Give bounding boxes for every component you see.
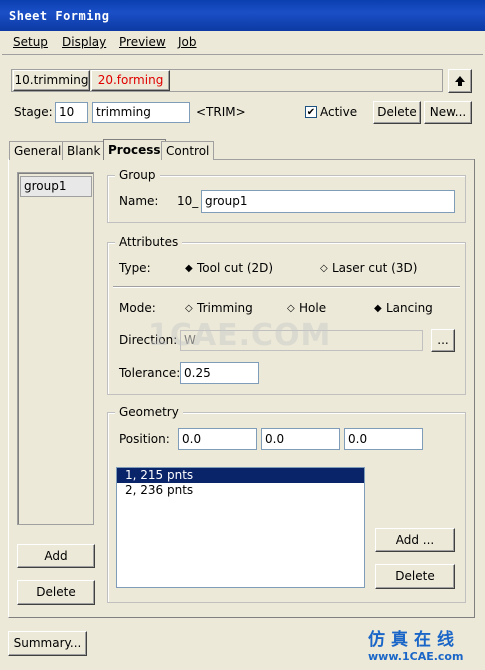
- stage-label: Stage:: [14, 105, 53, 119]
- position-z-field[interactable]: 0.0: [344, 428, 423, 450]
- group-list[interactable]: [17, 172, 94, 525]
- group-name-label: Name:: [119, 194, 159, 208]
- mode-hole-label: Hole: [299, 301, 327, 315]
- geometry-list-item[interactable]: 1, 215 pnts: [117, 468, 364, 483]
- stage-new-button[interactable]: New...: [424, 101, 472, 124]
- tab-blank[interactable]: Blank: [62, 141, 106, 160]
- menu-job[interactable]: Job: [178, 35, 197, 49]
- up-arrow-button[interactable]: [448, 69, 472, 93]
- menu-display[interactable]: Display: [62, 35, 106, 49]
- stage-number-field[interactable]: 10: [55, 102, 88, 123]
- direction-browse-button[interactable]: ...: [431, 329, 455, 352]
- menu-preview[interactable]: Preview: [119, 35, 166, 49]
- position-x-field[interactable]: 0.0: [178, 428, 257, 450]
- group-legend: Group: [115, 168, 160, 182]
- type-tool-cut-label: Tool cut (2D): [197, 261, 274, 275]
- geometry-add-button[interactable]: Add ...: [375, 528, 455, 552]
- group-add-button[interactable]: Add: [17, 544, 95, 568]
- geometry-list-item[interactable]: 2, 236 pnts: [117, 483, 364, 498]
- stage-name-field[interactable]: trimming: [92, 102, 190, 123]
- group-list-item[interactable]: group1: [20, 176, 92, 197]
- menu-bar: Setup Display Preview Job: [2, 31, 483, 55]
- group-name-field[interactable]: group1: [201, 190, 455, 213]
- group-delete-button[interactable]: Delete: [17, 580, 95, 605]
- type-laser-cut-radio[interactable]: ◇: [320, 263, 328, 274]
- mode-trimming-radio[interactable]: ◇: [185, 303, 193, 314]
- tolerance-field[interactable]: 0.25: [180, 362, 259, 384]
- watermark-text: 1CAE.COM: [148, 318, 332, 353]
- mode-label: Mode:: [119, 301, 156, 315]
- tab-process[interactable]: Process: [103, 139, 166, 160]
- active-label: Active: [320, 105, 358, 119]
- site-logo-url: www.1CAE.com: [368, 650, 464, 663]
- geometry-list[interactable]: 1, 215 pnts 2, 236 pnts: [116, 467, 365, 588]
- title-bar: Sheet Forming: [0, 0, 485, 31]
- up-arrow-icon: [455, 76, 465, 86]
- site-logo: 仿真在线 www.1CAE.com: [368, 630, 480, 666]
- summary-button[interactable]: Summary...: [8, 631, 87, 656]
- tab-general[interactable]: General: [9, 141, 67, 160]
- stage-tab-trimming[interactable]: 10.trimming: [13, 70, 90, 91]
- type-label: Type:: [119, 261, 151, 275]
- type-laser-cut-label: Laser cut (3D): [332, 261, 418, 275]
- window-title: Sheet Forming: [9, 9, 110, 23]
- mode-lancing-label: Lancing: [386, 301, 433, 315]
- position-label: Position:: [119, 432, 170, 446]
- menu-setup[interactable]: Setup: [13, 35, 48, 49]
- active-checkbox[interactable]: ✔: [305, 106, 317, 118]
- mode-trimming-label: Trimming: [197, 301, 253, 315]
- stage-tab-forming[interactable]: 20.forming: [91, 70, 170, 91]
- type-tool-cut-radio[interactable]: ◆: [185, 263, 193, 274]
- position-y-field[interactable]: 0.0: [261, 428, 340, 450]
- tab-control[interactable]: Control: [161, 141, 215, 160]
- attributes-divider: [113, 286, 460, 288]
- mode-hole-radio[interactable]: ◇: [287, 303, 295, 314]
- attributes-legend: Attributes: [115, 235, 183, 249]
- group-name-prefix: 10_: [177, 194, 199, 208]
- mode-lancing-radio[interactable]: ◆: [374, 303, 382, 314]
- stage-tag: <TRIM>: [196, 105, 246, 119]
- stage-delete-button[interactable]: Delete: [373, 101, 421, 124]
- site-logo-cn: 仿真在线: [368, 630, 460, 650]
- tolerance-label: Tolerance:: [119, 366, 181, 380]
- geometry-delete-button[interactable]: Delete: [375, 564, 455, 589]
- geometry-legend: Geometry: [115, 405, 183, 419]
